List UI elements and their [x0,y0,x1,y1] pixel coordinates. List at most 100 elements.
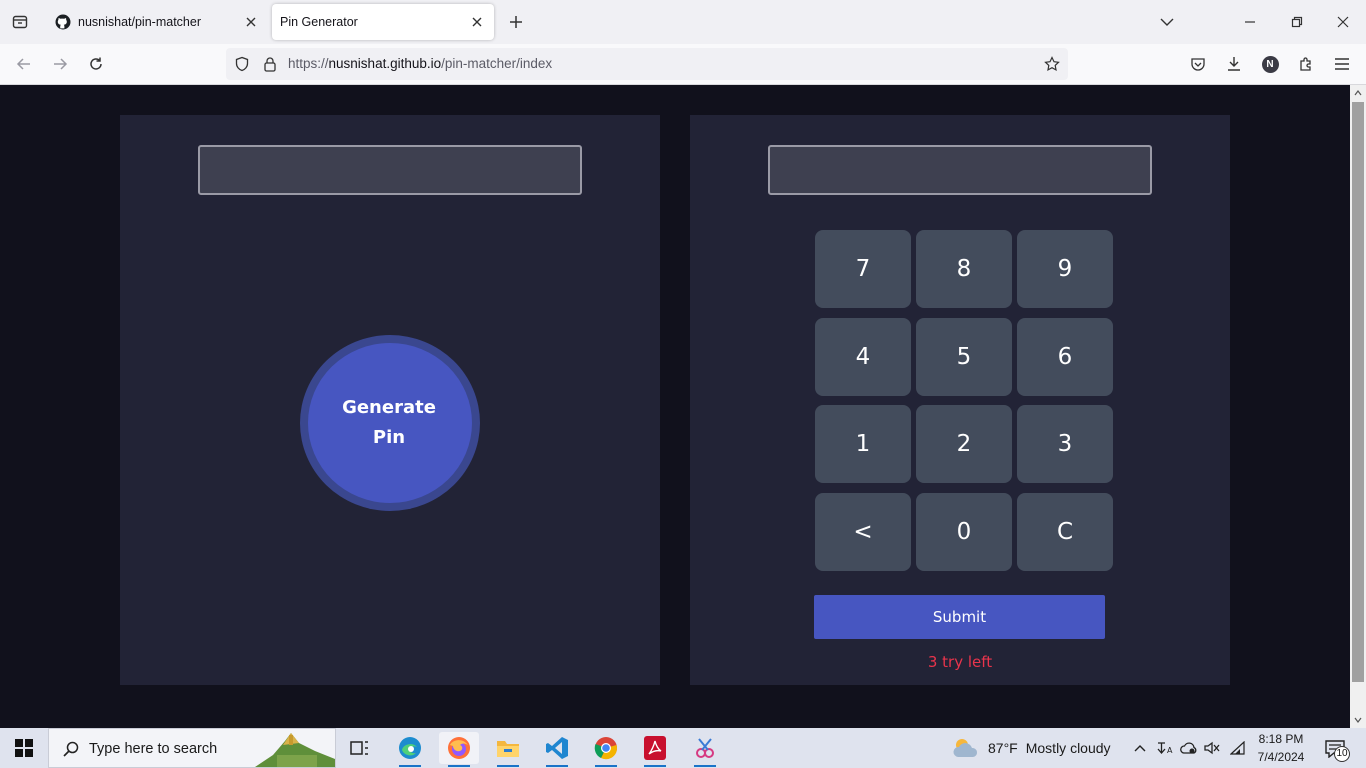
plus-icon [510,16,522,28]
typed-pin-display[interactable] [768,145,1152,195]
search-highlight-illustration [255,733,335,767]
network-wifi-icon[interactable] [1228,738,1248,758]
key-5[interactable]: 5 [916,318,1012,396]
start-button[interactable] [0,728,48,768]
scroll-down-arrow-icon[interactable] [1350,712,1366,728]
url-scheme: https:// [288,56,329,71]
submit-button[interactable]: Submit [814,595,1105,639]
pocket-button[interactable] [1184,50,1212,78]
key-8[interactable]: 8 [916,230,1012,308]
tries-left-text: 3 try left [927,653,993,671]
clock-time: 8:18 PM [1258,732,1304,746]
weather-temperature: 87°F [988,740,1018,756]
back-button[interactable] [10,50,38,78]
url-path: /pin-matcher/index [441,56,553,71]
chevron-down-icon [1160,18,1174,26]
windows-logo-icon [15,739,33,757]
folder-icon [497,741,519,757]
onedrive-sync-icon[interactable] [1179,738,1199,758]
tab-pin-generator[interactable]: Pin Generator [272,4,494,40]
chrome-taskbar-button[interactable] [586,732,626,767]
generate-pin-label-line1: Generate [342,397,436,418]
minimize-button[interactable] [1236,8,1264,36]
generate-pin-label-line2: Pin [372,427,406,448]
list-all-tabs-button[interactable] [1153,8,1181,36]
generate-pin-button[interactable]: Generate Pin [308,343,472,503]
page-scrollbar[interactable] [1350,85,1366,728]
key-1[interactable]: 1 [815,405,911,483]
pocket-icon [1191,58,1205,71]
forward-button[interactable] [46,50,74,78]
tab-github[interactable]: nusnishat/pin-matcher [44,4,268,40]
clock-date: 7/4/2024 [1257,750,1305,764]
key-0[interactable]: 0 [916,493,1012,571]
task-view-button[interactable] [340,732,380,764]
close-tab-icon[interactable] [240,11,262,33]
search-placeholder: Type here to search [89,741,218,757]
arrow-left-icon [16,58,30,70]
generated-pin-display[interactable] [198,145,582,195]
key-7[interactable]: 7 [815,230,911,308]
reload-button[interactable] [82,50,110,78]
address-bar[interactable]: https://nusnishat.github.io/pin-matcher/… [226,48,1068,80]
volume-muted-icon[interactable] [1202,738,1222,758]
close-window-button[interactable] [1329,8,1357,36]
file-explorer-taskbar-button[interactable] [488,732,528,767]
acrobat-icon [644,736,666,760]
acrobat-taskbar-button[interactable] [635,732,675,767]
extensions-button[interactable] [1292,50,1320,78]
key-2[interactable]: 2 [916,405,1012,483]
weather-widget[interactable]: 87°F Mostly cloudy [952,736,1111,760]
browser-toolbar: https://nusnishat.github.io/pin-matcher/… [0,44,1366,85]
windows-taskbar: Type here to search 87°F Mostly cloudy A… [0,728,1366,768]
taskbar-clock[interactable]: 8:18 PM 7/4/2024 [1250,730,1312,766]
restore-icon [1291,16,1303,28]
partly-cloudy-icon [953,739,978,757]
generate-button-ring: Generate Pin [300,335,480,511]
vscode-taskbar-button[interactable] [537,732,577,767]
snipping-tool-icon [696,738,714,758]
page-content: Generate Pin 7 8 9 4 5 6 1 2 3 < 0 C Sub… [0,85,1350,728]
key-4[interactable]: 4 [815,318,911,396]
url-host: nusnishat.github.io [328,56,442,71]
edge-icon [399,737,421,759]
arrow-right-icon [54,58,68,70]
lock-icon[interactable] [260,54,280,74]
tracking-protection-shield-icon[interactable] [232,54,252,74]
key-clear[interactable]: C [1017,493,1113,571]
notification-center-button[interactable]: 10 [1322,736,1350,762]
bookmark-star-icon[interactable] [1042,54,1062,74]
close-icon [1337,16,1349,28]
account-button[interactable]: N [1256,50,1284,78]
key-9[interactable]: 9 [1017,230,1113,308]
puzzle-icon [1300,57,1311,71]
pin-generator-panel: Generate Pin [120,115,660,685]
restore-button[interactable] [1283,8,1311,36]
edge-taskbar-button[interactable] [390,732,430,767]
search-icon [61,739,81,759]
scrollbar-thumb[interactable] [1352,102,1364,682]
key-6[interactable]: 6 [1017,318,1113,396]
tab-title: nusnishat/pin-matcher [78,15,201,29]
input-method-icon[interactable]: A [1155,738,1175,758]
show-hidden-icons-chevron-up-icon[interactable] [1130,738,1150,758]
downloads-button[interactable] [1220,50,1248,78]
firefox-view-icon [12,15,28,29]
firefox-taskbar-button[interactable] [439,732,479,767]
avatar: N [1261,55,1279,73]
firefox-icon [448,737,470,759]
scroll-up-arrow-icon[interactable] [1350,85,1366,101]
key-backspace[interactable]: < [815,493,911,571]
key-3[interactable]: 3 [1017,405,1113,483]
browser-tab-bar: nusnishat/pin-matcher Pin Generator [0,0,1366,44]
firefox-view-button[interactable] [6,8,34,36]
new-tab-button[interactable] [502,8,530,36]
reload-icon [90,57,102,70]
download-icon [1228,57,1240,71]
menu-button[interactable] [1328,50,1356,78]
pin-matcher-panel: 7 8 9 4 5 6 1 2 3 < 0 C Submit 3 try lef… [690,115,1230,685]
weather-description: Mostly cloudy [1025,740,1111,756]
taskbar-search-box[interactable]: Type here to search [48,728,336,768]
snipping-tool-taskbar-button[interactable] [685,732,725,767]
close-tab-icon[interactable] [466,11,488,33]
